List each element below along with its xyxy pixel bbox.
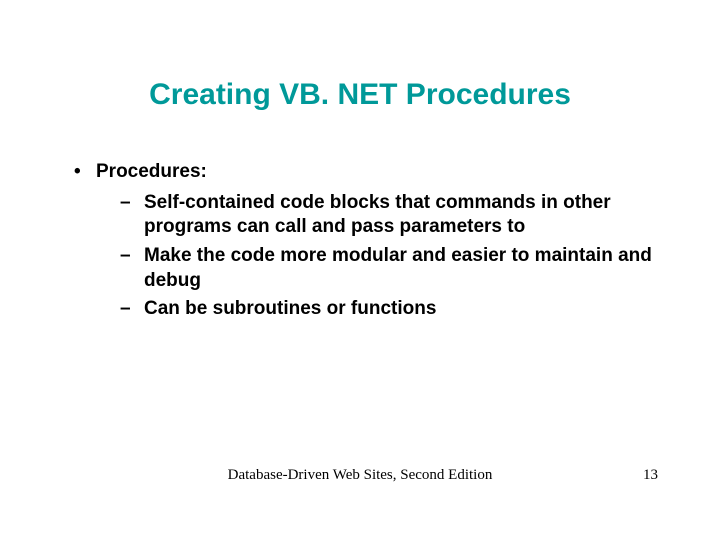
slide-body: Procedures: Self-contained code blocks t… xyxy=(72,160,660,328)
bullet-main-text: Procedures: xyxy=(96,161,207,182)
page-number: 13 xyxy=(643,467,658,484)
list-item: Make the code more modular and easier to… xyxy=(114,244,660,293)
slide: Creating VB. NET Procedures Procedures: … xyxy=(0,0,720,540)
sub-bullet-text: Can be subroutines or functions xyxy=(144,298,436,319)
list-item: Can be subroutines or functions xyxy=(114,297,660,322)
sub-bullet-text: Make the code more modular and easier to… xyxy=(144,245,652,291)
list-item: Procedures: Self-contained code blocks t… xyxy=(72,160,660,322)
bullet-list-level1: Procedures: Self-contained code blocks t… xyxy=(72,160,660,322)
list-item: Self-contained code blocks that commands… xyxy=(114,191,660,240)
footer-source: Database-Driven Web Sites, Second Editio… xyxy=(0,467,720,484)
sub-bullet-text: Self-contained code blocks that commands… xyxy=(144,192,611,238)
slide-title: Creating VB. NET Procedures xyxy=(0,78,720,112)
bullet-list-level2: Self-contained code blocks that commands… xyxy=(96,191,660,322)
